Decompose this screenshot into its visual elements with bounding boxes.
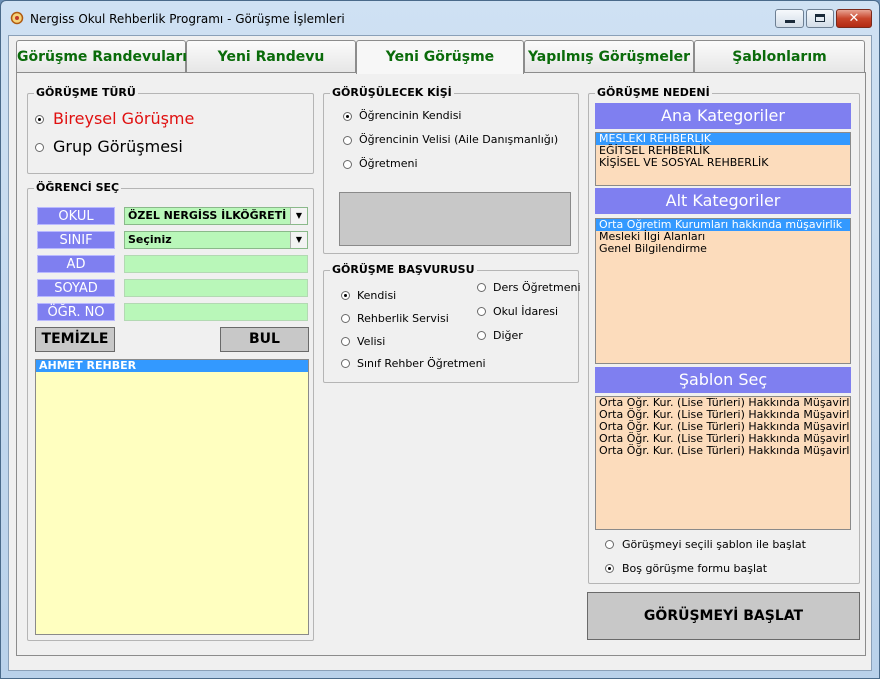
gorusmeyi-baslat-button[interactable]: GÖRÜŞMEYİ BAŞLAT (587, 592, 860, 640)
velisi-label[interactable]: Velisi (357, 335, 385, 348)
secili-sablon-radio[interactable] (605, 540, 614, 549)
okul-label: OKUL (37, 207, 115, 225)
tab-gorusme-randevulari[interactable]: Görüşme Randevuları (16, 40, 187, 72)
ogrencinin-kendisi-label[interactable]: Öğrencinin Kendisi (359, 109, 462, 122)
velisi-radio[interactable] (341, 337, 350, 346)
tab-yeni-gorusme[interactable]: Yeni Görüşme (356, 40, 524, 74)
ogr-no-input[interactable] (124, 303, 308, 321)
okul-idaresi-radio[interactable] (477, 307, 486, 316)
bireysel-label[interactable]: Bireysel Görüşme (53, 109, 194, 128)
okul-idaresi-label[interactable]: Okul İdaresi (493, 305, 558, 318)
diger-radio[interactable] (477, 331, 486, 340)
temizle-button[interactable]: TEMİZLE (35, 327, 115, 352)
gorusulecek-kisi-title: GÖRÜŞÜLECEK KİŞİ (330, 86, 454, 99)
maximize-button[interactable] (806, 9, 834, 28)
tab-yapilmis-gorusmeler[interactable]: Yapılmış Görüşmeler (524, 40, 694, 72)
okul-value: ÖZEL NERGİSS İLKÖĞRETİ (128, 209, 287, 222)
ad-input[interactable] (124, 255, 308, 273)
ogrenci-sec-group: ÖĞRENCİ SEÇ OKUL ÖZEL NERGİSS İLKÖĞRETİ … (27, 181, 314, 641)
alt-kategoriler-list[interactable]: Orta Öğretim Kurumları hakkında müşavirl… (595, 218, 851, 364)
list-item[interactable]: KİŞİSEL VE SOSYAL REHBERLİK (596, 157, 850, 169)
ogr-no-label: ÖĞR. NO (37, 303, 115, 321)
sinif-rehber-ogretmeni-label[interactable]: Sınıf Rehber Öğretmeni (357, 357, 486, 370)
ogretmeni-radio[interactable] (343, 160, 352, 169)
close-icon: ✕ (848, 11, 860, 26)
gorusme-nedeni-title: GÖRÜŞME NEDENİ (595, 86, 712, 99)
sablon-list[interactable]: Orta Öğr. Kur. (Lise Türleri) Hakkında M… (595, 396, 851, 530)
ad-label: AD (37, 255, 115, 273)
rehberlik-servisi-radio[interactable] (341, 314, 350, 323)
minimize-button[interactable] (775, 9, 804, 28)
list-item[interactable]: Orta Öğr. Kur. (Lise Türleri) Hakkında M… (596, 445, 850, 457)
bireysel-radio[interactable] (35, 115, 44, 124)
diger-label[interactable]: Diğer (493, 329, 523, 342)
chevron-down-icon[interactable]: ▼ (290, 232, 307, 248)
app-icon (10, 11, 24, 25)
rehberlik-servisi-label[interactable]: Rehberlik Servisi (357, 312, 449, 325)
gorusme-turu-title: GÖRÜŞME TÜRÜ (34, 86, 138, 99)
bos-form-label[interactable]: Boş görüşme formu başlat (622, 562, 767, 575)
ogrenci-sec-title: ÖĞRENCİ SEÇ (34, 181, 122, 194)
gorusme-basvurusu-group: GÖRÜŞME BAŞVURUSU Kendisi Rehberlik Serv… (323, 263, 581, 383)
tab-sablonlarim[interactable]: Şablonlarım (694, 40, 865, 72)
gorusulecek-kisi-group: GÖRÜŞÜLECEK KİŞİ Öğrencinin Kendisi Öğre… (323, 86, 579, 254)
window-title: Nergiss Okul Rehberlik Programı - Görüşm… (30, 12, 345, 26)
tab-panel-yeni-gorusme: GÖRÜŞME TÜRÜ Bireysel Görüşme Grup Görüş… (16, 72, 866, 656)
grup-label[interactable]: Grup Görüşmesi (53, 137, 183, 156)
minimize-icon (785, 20, 795, 23)
close-button[interactable]: ✕ (836, 9, 872, 28)
gorusulecek-detail-box[interactable] (339, 192, 571, 246)
student-list[interactable]: AHMET REHBER (35, 359, 309, 635)
list-item[interactable]: Genel Bilgilendirme (596, 243, 850, 255)
gorusme-basvurusu-title: GÖRÜŞME BAŞVURUSU (330, 263, 477, 276)
ogrencinin-velisi-label[interactable]: Öğrencinin Velisi (Aile Danışmanlığı) (359, 133, 558, 146)
sablon-sec-header: Şablon Seç (595, 367, 851, 393)
ders-ogretmeni-radio[interactable] (477, 283, 486, 292)
soyad-input[interactable] (124, 279, 308, 297)
soyad-label: SOYAD (37, 279, 115, 297)
sinif-combo[interactable]: Seçiniz ▼ (124, 231, 308, 249)
sinif-rehber-ogretmeni-radio[interactable] (341, 359, 350, 368)
ogrencinin-kendisi-radio[interactable] (343, 112, 352, 121)
maximize-icon (815, 14, 825, 22)
chevron-down-icon[interactable]: ▼ (290, 208, 307, 224)
ogretmeni-label[interactable]: Öğretmeni (359, 157, 418, 170)
gorusme-nedeni-group: GÖRÜŞME NEDENİ Ana Kategoriler MESLEKİ R… (588, 86, 860, 584)
ogrencinin-velisi-radio[interactable] (343, 136, 352, 145)
alt-kategoriler-header: Alt Kategoriler (595, 188, 851, 214)
tab-yeni-randevu[interactable]: Yeni Randevu (186, 40, 356, 72)
list-item[interactable]: AHMET REHBER (36, 360, 308, 372)
grup-radio[interactable] (35, 143, 44, 152)
app-window: Nergiss Okul Rehberlik Programı - Görüşm… (0, 0, 880, 679)
okul-combo[interactable]: ÖZEL NERGİSS İLKÖĞRETİ ▼ (124, 207, 308, 225)
client-area: Görüşme Randevuları Yeni Randevu Yeni Gö… (8, 35, 872, 671)
bos-form-radio[interactable] (605, 564, 614, 573)
ders-ogretmeni-label[interactable]: Ders Öğretmeni (493, 281, 581, 294)
sinif-value: Seçiniz (128, 233, 172, 246)
ana-kategoriler-header: Ana Kategoriler (595, 103, 851, 129)
secili-sablon-label[interactable]: Görüşmeyi seçili şablon ile başlat (622, 538, 806, 551)
gorusme-turu-group: GÖRÜŞME TÜRÜ Bireysel Görüşme Grup Görüş… (27, 86, 314, 174)
kendisi-radio[interactable] (341, 291, 350, 300)
ana-kategoriler-list[interactable]: MESLEKİ REHBERLİK EĞİTSEL REHBERLİK KİŞİ… (595, 132, 851, 186)
kendisi-label[interactable]: Kendisi (357, 289, 396, 302)
sinif-label: SINIF (37, 231, 115, 249)
title-bar[interactable]: Nergiss Okul Rehberlik Programı - Görüşm… (1, 1, 879, 35)
bul-button[interactable]: BUL (220, 327, 309, 352)
